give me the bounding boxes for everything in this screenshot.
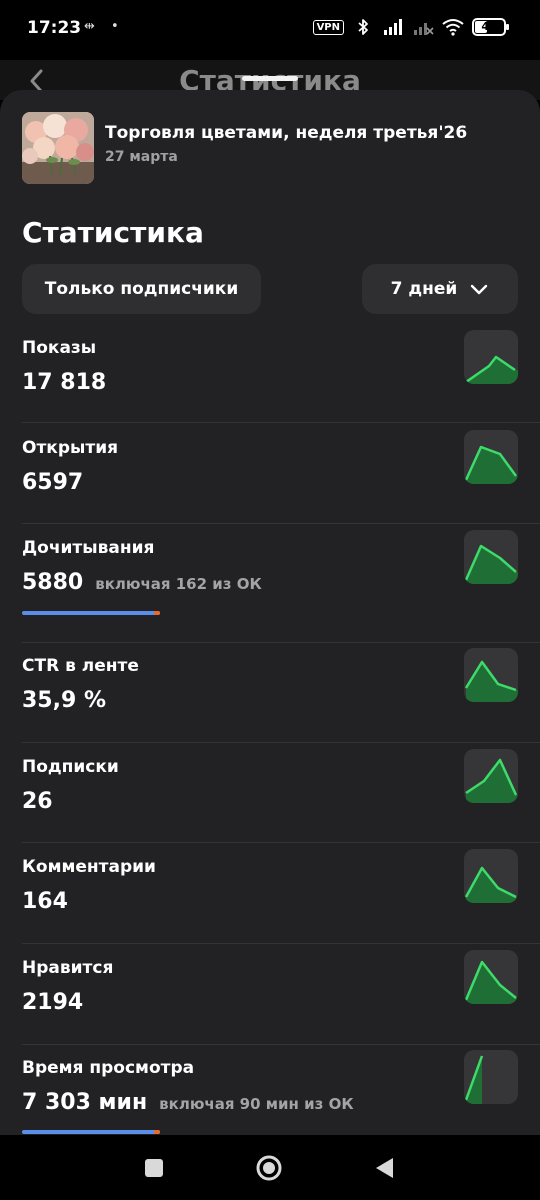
- watch-time-progress-bar: [22, 1130, 160, 1134]
- system-nav-bar: [0, 1135, 540, 1200]
- circle-icon[interactable]: [256, 1155, 282, 1181]
- triangle-left-icon[interactable]: [371, 1155, 397, 1181]
- metric-impressions[interactable]: Показы 17 818: [22, 330, 518, 395]
- metric-label: Подписки: [22, 757, 119, 777]
- sparkline-chart: [464, 648, 518, 702]
- status-right-icons: VPN 40: [312, 18, 509, 36]
- stats-sheet: Торговля цветами, неделя третья'26 27 ма…: [0, 90, 540, 1135]
- metric-likes[interactable]: Нравится 2194: [22, 950, 518, 1015]
- article-thumbnail: [22, 112, 94, 184]
- sparkline-chart: [464, 849, 518, 903]
- sparkline-chart: [464, 1050, 518, 1104]
- metric-extra: включая 90 мин из ОК: [159, 1095, 354, 1113]
- period-label: 7 дней: [390, 279, 458, 299]
- sparkline-chart: [464, 430, 518, 484]
- metric-value: 2194: [22, 990, 84, 1015]
- period-dropdown[interactable]: 7 дней: [362, 264, 518, 314]
- divider: [22, 943, 540, 944]
- metric-value: 26: [22, 789, 53, 814]
- metric-label: Дочитывания: [22, 538, 155, 558]
- metric-subscriptions[interactable]: Подписки 26: [22, 749, 518, 814]
- metric-label: Время просмотра: [22, 1058, 195, 1078]
- signal-icon: [384, 19, 402, 35]
- vpn-icon: VPN: [312, 19, 344, 35]
- metric-value: 7 303 мин: [22, 1090, 148, 1115]
- sparkline-chart: [464, 749, 518, 803]
- metric-value: 6597: [22, 470, 84, 495]
- battery-icon: 40: [472, 18, 509, 36]
- article-date: 27 марта: [105, 149, 178, 165]
- divider: [22, 422, 540, 423]
- flowers-image: [22, 112, 94, 184]
- status-notification-icons: ⇹ •: [84, 19, 125, 34]
- metric-value: 35,9 %: [22, 688, 106, 713]
- divider: [22, 523, 540, 524]
- metric-value: 5880: [22, 570, 84, 595]
- sparkline-chart: [464, 950, 518, 1004]
- divider: [22, 742, 540, 743]
- subscribers-only-filter[interactable]: Только подписчики: [22, 264, 261, 314]
- metric-ctr[interactable]: CTR в ленте 35,9 %: [22, 648, 518, 713]
- read-through-progress-bar: [22, 611, 160, 615]
- metric-value: 164: [22, 889, 68, 914]
- signal-off-icon: [414, 23, 434, 35]
- divider: [22, 1044, 540, 1045]
- metric-label: CTR в ленте: [22, 656, 139, 676]
- metric-value: 17 818: [22, 370, 107, 395]
- stats-title: Статистика: [22, 216, 204, 249]
- sheet-grabber[interactable]: [242, 76, 298, 81]
- metric-watch-time[interactable]: Время просмотра 7 303 мин включая 90 мин…: [22, 1050, 518, 1115]
- metric-label: Показы: [22, 338, 97, 358]
- metric-label: Открытия: [22, 438, 119, 458]
- sparkline-chart: [464, 330, 518, 384]
- metric-comments[interactable]: Комментарии 164: [22, 849, 518, 914]
- metric-label: Комментарии: [22, 857, 156, 877]
- sheet-handle-area: [0, 76, 540, 91]
- metric-label: Нравится: [22, 958, 114, 978]
- square-icon[interactable]: [141, 1155, 167, 1181]
- article-title: Торговля цветами, неделя третья'26: [105, 123, 468, 143]
- metric-opens[interactable]: Открытия 6597: [22, 430, 518, 495]
- article-card[interactable]: Торговля цветами, неделя третья'26 27 ма…: [22, 112, 467, 184]
- divider: [22, 842, 540, 843]
- chevron-down-icon: [471, 284, 488, 295]
- metric-extra: включая 162 из ОК: [95, 575, 262, 593]
- divider: [22, 642, 540, 643]
- sparkline-chart: [464, 530, 518, 584]
- status-bar: 17:23 ⇹ • VPN 40: [0, 0, 540, 60]
- bluetooth-icon: [358, 19, 368, 35]
- metric-read-through[interactable]: Дочитывания 5880 включая 162 из ОК: [22, 530, 518, 595]
- wifi-icon: [442, 19, 464, 36]
- status-time: 17:23: [27, 18, 82, 38]
- battery-level: 40: [481, 20, 497, 33]
- article-meta: Торговля цветами, неделя третья'26 27 ма…: [105, 123, 467, 165]
